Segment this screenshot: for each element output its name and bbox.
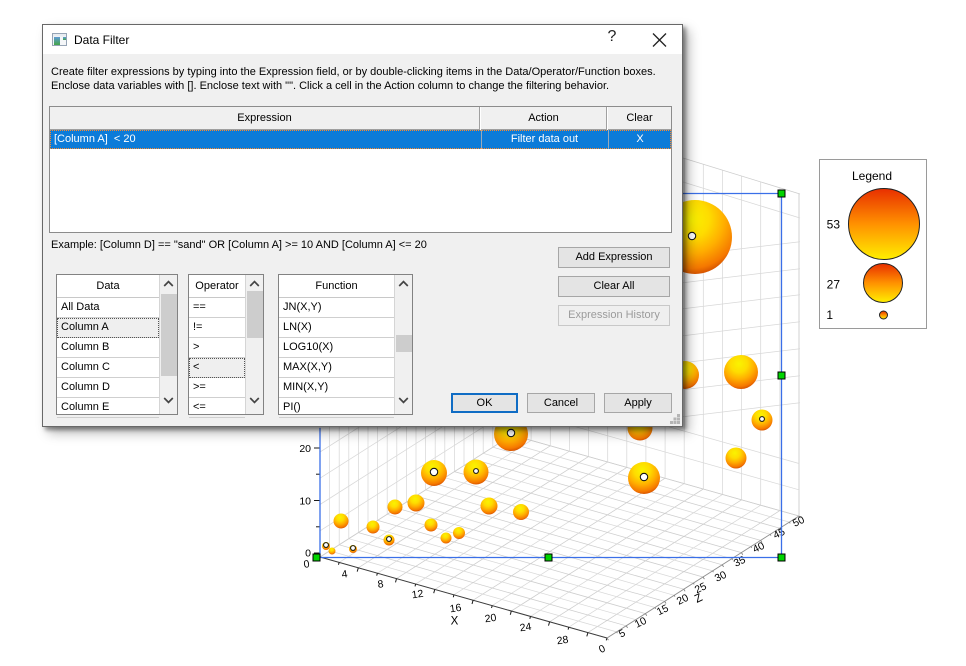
svg-text:8: 8 bbox=[377, 578, 385, 591]
svg-text:53: 53 bbox=[827, 218, 841, 232]
svg-text:10: 10 bbox=[633, 615, 649, 631]
svg-text:50: 50 bbox=[791, 514, 807, 530]
svg-text:24: 24 bbox=[519, 621, 532, 635]
svg-text:5: 5 bbox=[617, 627, 628, 640]
svg-text:10: 10 bbox=[299, 496, 311, 508]
svg-text:30: 30 bbox=[713, 569, 729, 585]
svg-text:15: 15 bbox=[655, 602, 671, 618]
svg-text:40: 40 bbox=[751, 540, 767, 556]
svg-text:35: 35 bbox=[732, 554, 748, 570]
svg-text:16: 16 bbox=[449, 602, 462, 616]
svg-text:45: 45 bbox=[771, 526, 787, 542]
svg-text:12: 12 bbox=[411, 588, 424, 602]
svg-text:0: 0 bbox=[597, 643, 608, 656]
svg-text:1: 1 bbox=[826, 308, 833, 322]
svg-text:Legend: Legend bbox=[852, 169, 892, 183]
svg-text:0: 0 bbox=[303, 558, 311, 571]
svg-text:27: 27 bbox=[827, 278, 841, 292]
svg-text:28: 28 bbox=[556, 634, 569, 648]
svg-text:4: 4 bbox=[341, 568, 349, 581]
svg-text:20: 20 bbox=[484, 612, 497, 626]
svg-text:X: X bbox=[451, 616, 459, 628]
svg-text:20: 20 bbox=[299, 443, 311, 455]
svg-text:20: 20 bbox=[675, 592, 691, 608]
